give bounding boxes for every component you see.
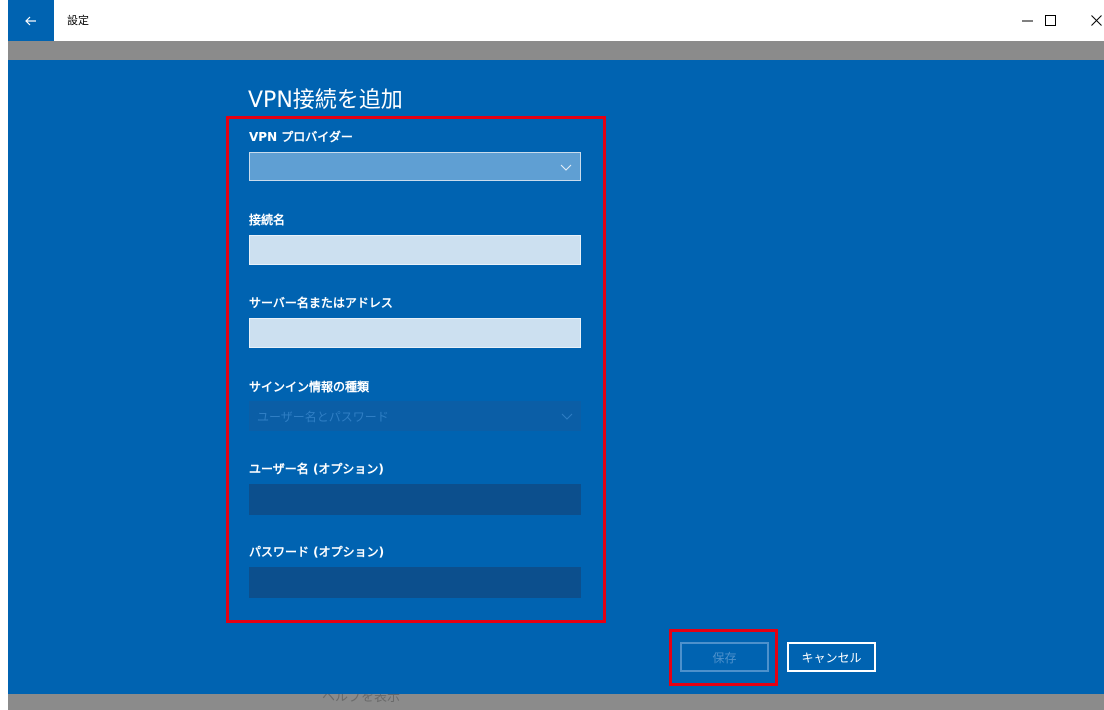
- sign-in-type-value: ユーザー名とパスワード: [257, 410, 389, 424]
- chevron-down-icon: [561, 413, 573, 420]
- top-strip: [8, 41, 1104, 60]
- username-label: ユーザー名 (オプション): [249, 462, 384, 476]
- connection-name-label: 接続名: [249, 213, 286, 227]
- connection-name-input[interactable]: [249, 235, 581, 265]
- maximize-icon: [1044, 15, 1056, 26]
- page-title: VPN接続を追加: [248, 88, 403, 113]
- chevron-down-icon: [560, 164, 572, 171]
- save-button: 保存: [680, 642, 769, 672]
- password-input: [249, 567, 581, 598]
- password-label: パスワード (オプション): [249, 545, 385, 559]
- help-link[interactable]: ヘルプを表示: [322, 694, 400, 705]
- close-button[interactable]: [1073, 0, 1104, 41]
- arrow-left-icon: [25, 16, 36, 25]
- vpn-provider-label: VPN プロバイダー: [249, 130, 353, 144]
- server-address-label: サーバー名またはアドレス: [249, 296, 393, 310]
- close-icon: [1090, 15, 1102, 26]
- vpn-provider-dropdown[interactable]: [249, 152, 581, 181]
- username-input: [249, 484, 581, 515]
- bottom-strip: ヘルプを表示: [8, 694, 1104, 710]
- back-button[interactable]: [8, 0, 54, 41]
- title-bar: 設定: [0, 0, 1104, 41]
- cancel-button[interactable]: キャンセル: [787, 642, 876, 672]
- window-title: 設定: [67, 14, 89, 27]
- server-address-input[interactable]: [249, 318, 581, 348]
- sign-in-type-label: サインイン情報の種類: [249, 380, 370, 394]
- sign-in-type-dropdown: ユーザー名とパスワード: [249, 401, 581, 431]
- maximize-button[interactable]: [1027, 0, 1073, 41]
